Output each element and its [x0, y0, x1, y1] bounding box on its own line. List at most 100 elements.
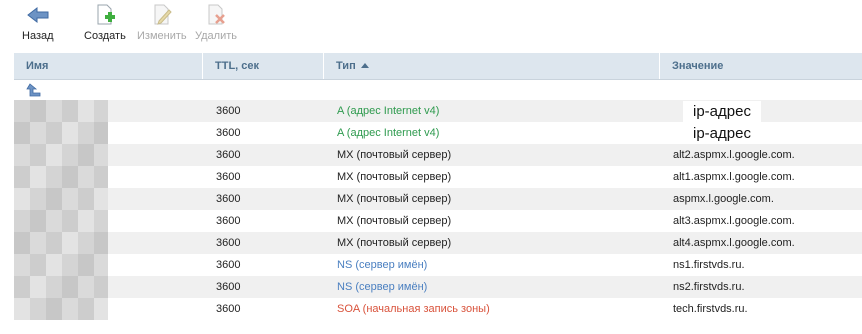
redaction-block [62, 276, 78, 298]
redaction-block [30, 188, 46, 210]
redaction-block [62, 122, 78, 144]
table-row[interactable]: 3600 A (адрес Internet v4) ip-адрес [14, 122, 862, 145]
column-type-header[interactable]: Тип [324, 53, 659, 79]
redaction-block [46, 188, 62, 210]
column-name-label: Имя [26, 60, 49, 72]
delete-label: Удалить [195, 30, 237, 42]
record-type: NS (сервер имён) [337, 259, 428, 271]
record-name-redacted [14, 298, 108, 320]
table-row[interactable]: 3600 NS (сервер имён) ns2.firstvds.ru. [14, 276, 862, 298]
column-value-header[interactable]: Значение [660, 53, 862, 79]
redaction-block [62, 166, 78, 188]
redaction-block [62, 254, 78, 276]
edit-button[interactable]: Изменить [137, 4, 187, 42]
redaction-block [46, 254, 62, 276]
table-row[interactable]: 3600 MX (почтовый сервер) alt2.aspmx.l.goo… [14, 144, 862, 166]
redaction-block [14, 254, 30, 276]
create-label: Создать [84, 30, 126, 42]
redaction-block [46, 298, 62, 320]
back-button[interactable]: Назад [22, 4, 54, 42]
redaction-block [94, 276, 108, 298]
redaction-block [94, 188, 108, 210]
column-type-label: Тип [336, 60, 356, 72]
table-row[interactable]: 3600 MX (почтовый сервер) aspmx.l.google.c… [14, 188, 862, 210]
record-type: MX (почтовый сервер) [337, 215, 452, 227]
redaction-block [78, 100, 94, 122]
record-name-redacted [14, 144, 108, 166]
column-ttl-header[interactable]: TTL, сек [203, 53, 323, 79]
edit-document-icon [154, 4, 172, 25]
toolbar: Назад Создать Изменить Удалить [0, 0, 862, 52]
record-type: MX (почтовый сервер) [337, 193, 452, 205]
parent-directory-row[interactable] [14, 80, 862, 100]
record-type: MX (почтовый сервер) [337, 171, 452, 183]
table-row[interactable]: 3600 NS (сервер имён) ns1.firstvds.ru. [14, 254, 862, 276]
redaction-block [62, 100, 78, 122]
back-label: Назад [22, 30, 54, 42]
redaction-block [14, 166, 30, 188]
redaction-block [14, 298, 30, 320]
table-row[interactable]: 3600 MX (почтовый сервер) alt4.aspmx.l.goo… [14, 232, 862, 254]
table-row[interactable]: 3600 MX (почтовый сервер) alt3.aspmx.l.goo… [14, 210, 862, 232]
record-value: alt1.aspmx.l.google.com. [673, 171, 795, 183]
redaction-block [46, 232, 62, 254]
new-document-icon [97, 4, 115, 25]
create-button[interactable]: Создать [84, 4, 126, 42]
table-row[interactable]: 3600 A (адрес Internet v4) ip-адрес [14, 100, 862, 123]
table-row[interactable]: 3600 SOA (начальная запись зоны) tech.firs… [14, 298, 862, 320]
record-name-redacted [14, 276, 108, 298]
redaction-block [94, 254, 108, 276]
record-value: alt4.aspmx.l.google.com. [673, 237, 795, 249]
redaction-block [46, 122, 62, 144]
record-ttl: 3600 [216, 171, 241, 183]
table-header: Имя TTL, сек Тип Значение [14, 53, 862, 80]
table-row[interactable]: 3600 MX (почтовый сервер) alt1.aspmx.l.goo… [14, 166, 862, 188]
record-type: MX (почтовый сервер) [337, 237, 452, 249]
sort-ascending-icon [360, 62, 369, 68]
record-type: A (адрес Internet v4) [337, 127, 440, 139]
record-value: alt3.aspmx.l.google.com. [673, 215, 795, 227]
record-type: SOA (начальная запись зоны) [337, 303, 490, 315]
redaction-block [78, 188, 94, 210]
redaction-block [62, 144, 78, 166]
record-name-redacted [14, 100, 108, 122]
redaction-block [46, 166, 62, 188]
record-type: MX (почтовый сервер) [337, 149, 452, 161]
record-type: A (адрес Internet v4) [337, 105, 440, 117]
column-name-header[interactable]: Имя [14, 53, 202, 79]
record-value: ip-адрес [683, 123, 761, 145]
redaction-block [78, 166, 94, 188]
record-name-redacted [14, 232, 108, 254]
record-value: ns1.firstvds.ru. [673, 259, 745, 271]
redaction-block [14, 100, 30, 122]
record-ttl: 3600 [216, 237, 241, 249]
redaction-block [14, 144, 30, 166]
redaction-block [46, 100, 62, 122]
record-value: ip-адрес [683, 101, 761, 123]
redaction-block [30, 210, 46, 232]
table-body: 3600 A (адрес Internet v4) ip-адрес 3600 A (… [14, 100, 862, 320]
redaction-block [14, 210, 30, 232]
redaction-block [30, 166, 46, 188]
redaction-block [78, 122, 94, 144]
record-value: alt2.aspmx.l.google.com. [673, 149, 795, 161]
redaction-block [78, 298, 94, 320]
redaction-block [94, 298, 108, 320]
edit-label: Изменить [137, 30, 187, 42]
record-ttl: 3600 [216, 193, 241, 205]
redaction-block [62, 188, 78, 210]
up-level-icon[interactable] [26, 82, 42, 98]
redaction-block [30, 144, 46, 166]
column-ttl-label: TTL, сек [215, 60, 260, 72]
redaction-block [94, 122, 108, 144]
redaction-block [94, 144, 108, 166]
redaction-block [94, 100, 108, 122]
redaction-block [30, 100, 46, 122]
redaction-block [94, 232, 108, 254]
redaction-block [46, 276, 62, 298]
record-ttl: 3600 [216, 105, 241, 117]
record-name-redacted [14, 122, 108, 144]
delete-button[interactable]: Удалить [195, 4, 237, 42]
redaction-block [78, 232, 94, 254]
redaction-block [30, 232, 46, 254]
